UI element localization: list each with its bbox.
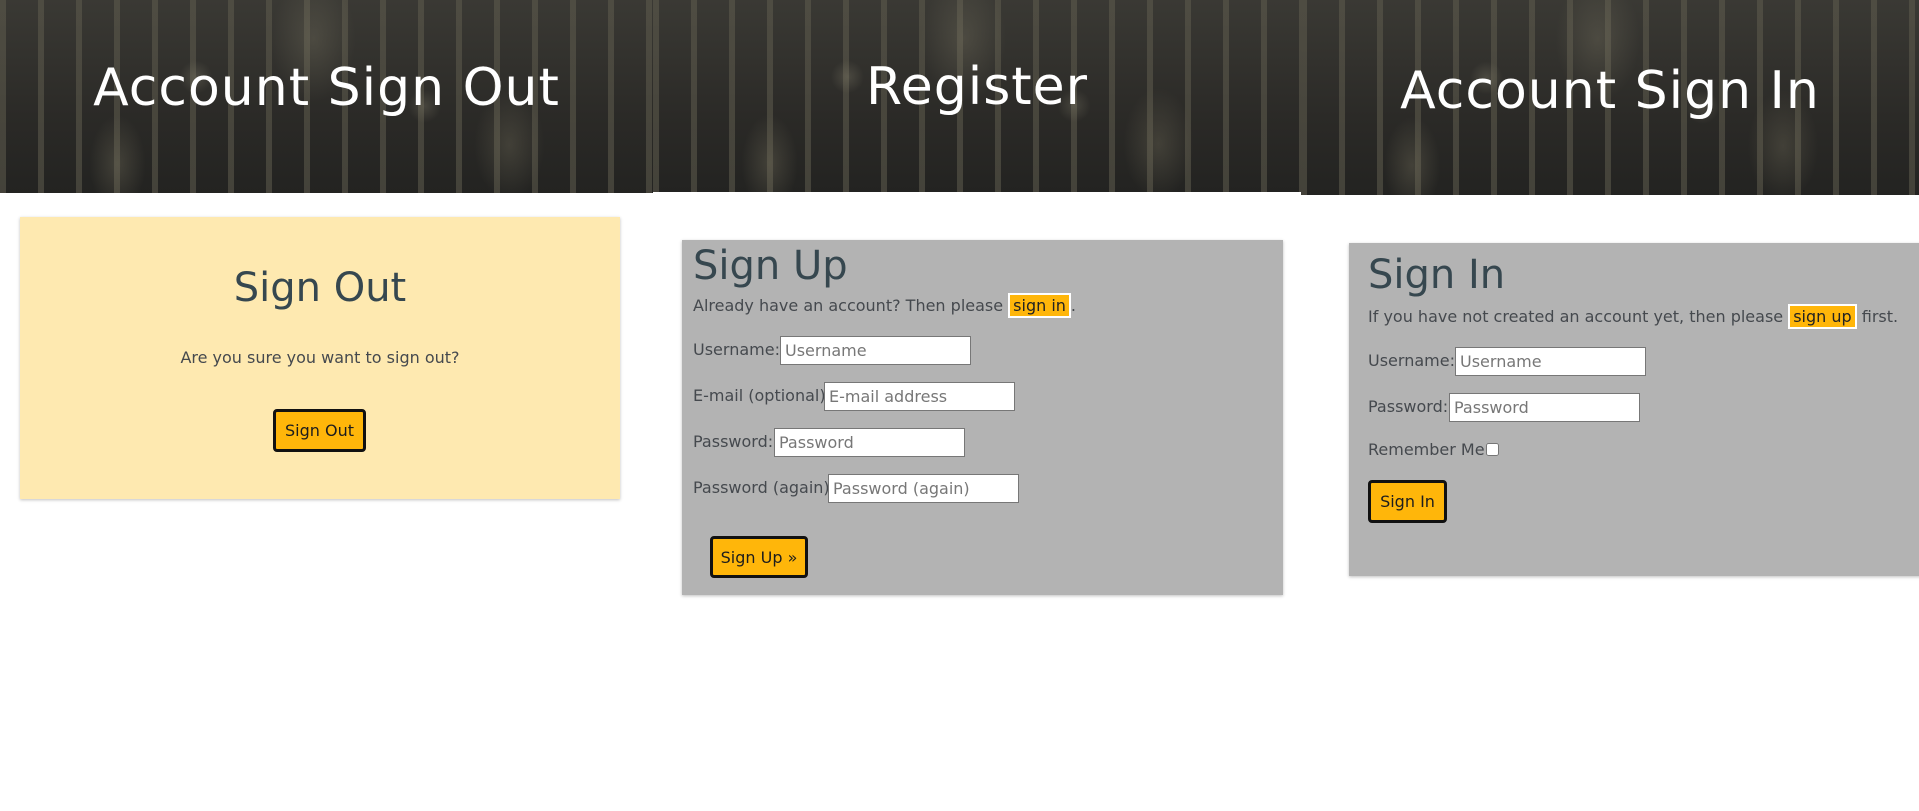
signin-hero-title: Account Sign In [1400, 61, 1820, 121]
signup-password-again-label: Password (again): [693, 478, 836, 497]
register-page: Register Sign Up Already have an account… [653, 0, 1301, 811]
signup-intro-before: Already have an account? Then please [693, 296, 1009, 315]
remember-me-checkbox[interactable] [1486, 443, 1499, 456]
signout-page: Account Sign Out Sign Out Are you sure y… [0, 0, 653, 811]
signin-username-input[interactable] [1455, 347, 1646, 376]
signout-heading: Sign Out [233, 265, 407, 311]
signin-intro-text: If you have not created an account yet, … [1368, 304, 1899, 329]
remember-me-label: Remember Me: [1368, 440, 1490, 459]
signin-intro-before: If you have not created an account yet, … [1368, 307, 1789, 326]
signin-intro-after: first. [1856, 307, 1899, 326]
signin-hero-banner: Account Sign In [1301, 0, 1919, 195]
signin-heading: Sign In [1368, 252, 1506, 298]
signup-password-again-input[interactable] [828, 474, 1019, 503]
signup-heading: Sign Up [693, 243, 848, 289]
signup-username-input[interactable] [780, 336, 971, 365]
signout-hero-title: Account Sign Out [93, 58, 560, 118]
signin-password-input[interactable] [1449, 393, 1640, 422]
sign-out-button[interactable]: Sign Out [273, 409, 366, 452]
signup-password-input[interactable] [774, 428, 965, 457]
sign-in-link[interactable]: sign in [1008, 293, 1071, 318]
signin-password-label: Password: [1368, 397, 1449, 416]
signout-confirm-message: Are you sure you want to sign out? [180, 348, 460, 367]
signout-hero-banner: Account Sign Out [0, 0, 653, 193]
signup-intro-text: Already have an account? Then please sig… [693, 293, 1077, 318]
sign-in-button[interactable]: Sign In [1368, 480, 1447, 523]
signup-email-input[interactable] [824, 382, 1015, 411]
signin-card: Sign In If you have not created an accou… [1349, 243, 1919, 576]
signin-username-label: Username: [1368, 351, 1455, 370]
signup-username-label: Username: [693, 340, 780, 359]
sign-up-button[interactable]: Sign Up » [710, 536, 808, 578]
signup-intro-after: . [1070, 296, 1077, 315]
signup-email-label: E-mail (optional): [693, 386, 831, 405]
signup-password-label: Password: [693, 432, 774, 451]
sign-up-link[interactable]: sign up [1788, 304, 1857, 329]
register-hero-title: Register [865, 57, 1089, 117]
signup-card: Sign Up Already have an account? Then pl… [682, 240, 1283, 595]
register-hero-banner: Register [653, 0, 1301, 192]
signin-page: Account Sign In Sign In If you have not … [1301, 0, 1919, 811]
signout-card: Sign Out Are you sure you want to sign o… [20, 217, 620, 499]
